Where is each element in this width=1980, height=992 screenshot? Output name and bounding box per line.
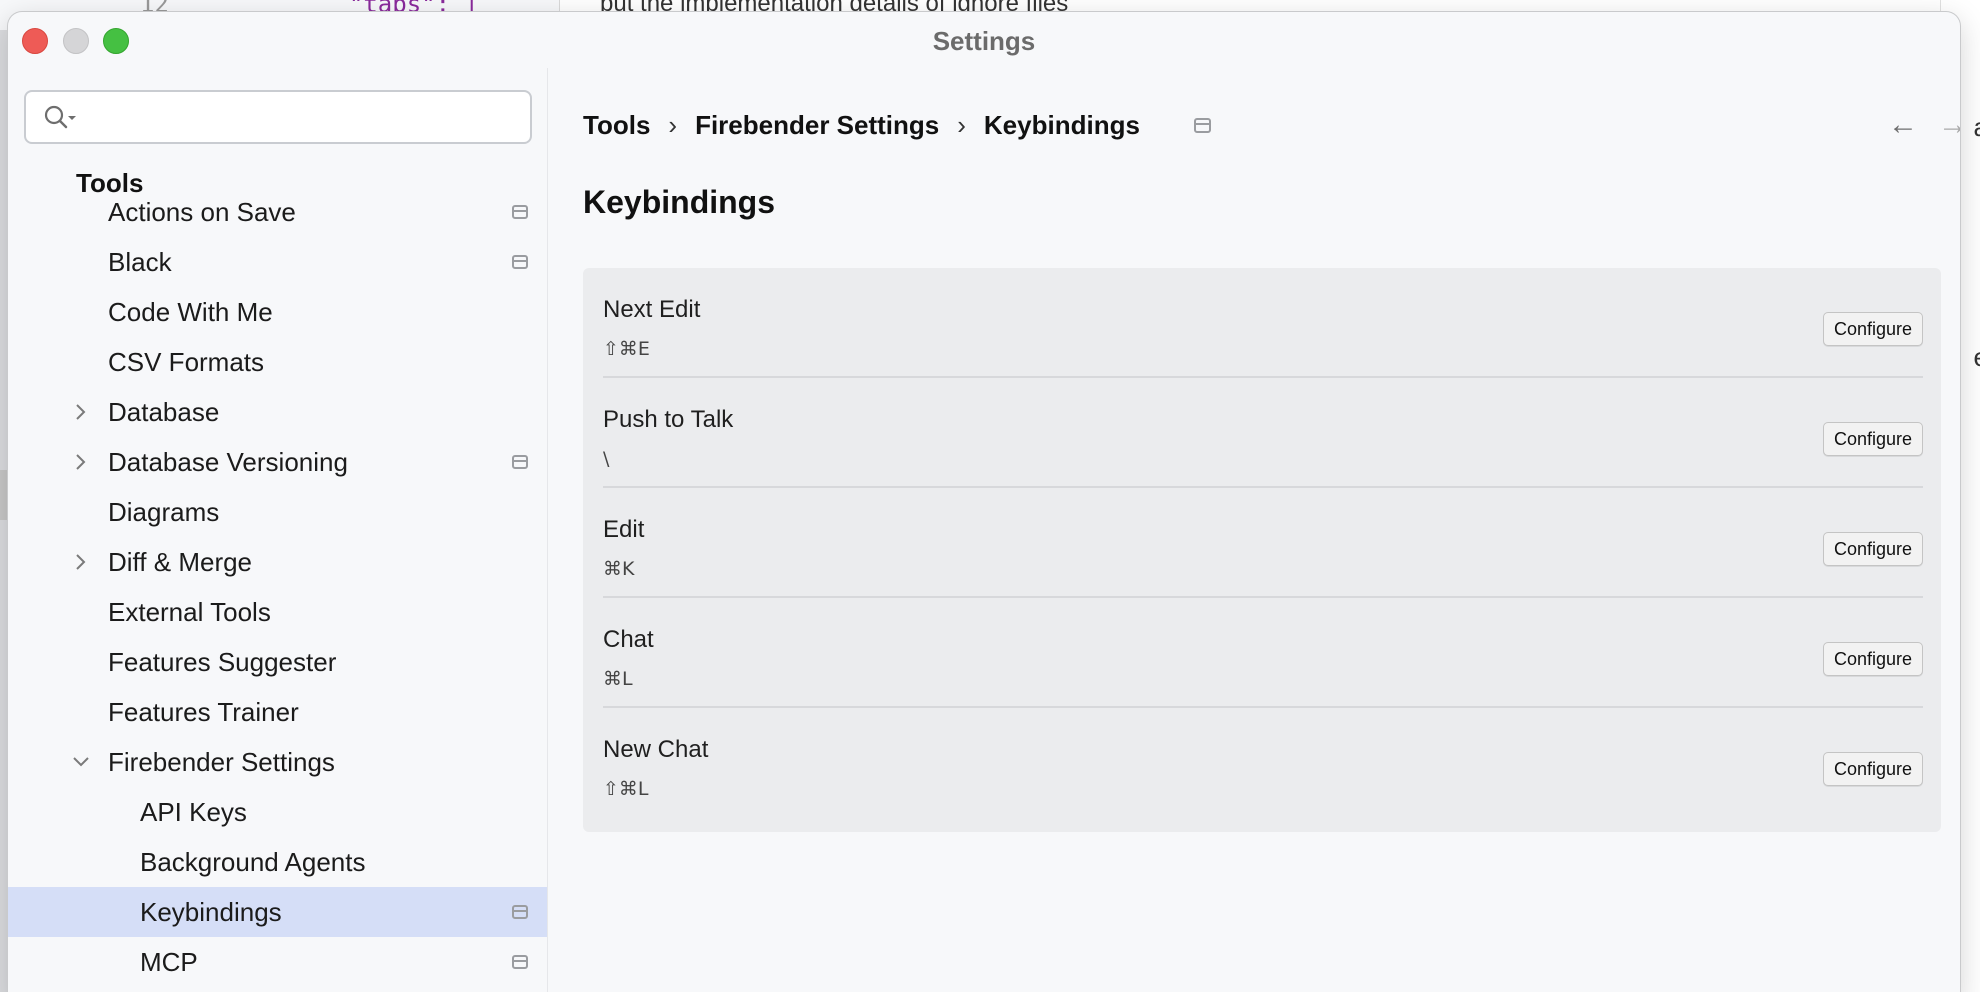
keybinding-shortcut: ⇧⌘L	[603, 778, 649, 800]
search-icon	[44, 105, 76, 129]
sidebar-item-background-agents[interactable]: Background Agents	[8, 837, 547, 887]
keybinding-name: New Chat	[603, 736, 709, 763]
sidebar-item-label: Background Agents	[140, 847, 366, 877]
sidebar-item-label: Features Trainer	[108, 697, 299, 727]
sidebar-item-label: MCP	[140, 947, 198, 977]
keybinding-name: Push to Talk	[603, 406, 734, 433]
configure-button[interactable]: Configure	[1823, 752, 1923, 786]
keybindings-panel: Next Edit ⇧⌘E Configure Push to Talk \ Config…	[583, 268, 1941, 832]
keybinding-row: Push to Talk \ Configure	[603, 378, 1923, 488]
keybinding-shortcut: ⌘L	[603, 668, 633, 690]
sidebar-item-label: Black	[108, 247, 172, 277]
sidebar-item-database[interactable]: Database	[8, 387, 547, 437]
project-settings-icon	[512, 255, 528, 269]
title-bar: Settings	[8, 12, 1960, 68]
sidebar-item-label: Code With Me	[108, 297, 273, 327]
sidebar-item-code-with-me[interactable]: Code With Me	[8, 287, 547, 337]
sidebar-item-features-trainer[interactable]: Features Trainer	[8, 687, 547, 737]
sidebar-item-label: Database Versioning	[108, 447, 348, 477]
sidebar-item-label: Keybindings	[140, 897, 282, 927]
keybinding-row: Edit ⌘K Configure	[603, 488, 1923, 598]
keybinding-row: Next Edit ⇧⌘E Configure	[603, 268, 1923, 378]
keybinding-shortcut: ⌘K	[603, 558, 635, 580]
breadcrumb: Tools › Firebender Settings › Keybindings	[583, 110, 1140, 141]
keybinding-name: Edit	[603, 516, 645, 543]
breadcrumb-item[interactable]: Firebender Settings	[695, 110, 939, 140]
keybinding-shortcut: ⇧⌘E	[603, 338, 650, 360]
sidebar-item-label: Features Suggester	[108, 647, 337, 677]
sidebar-item-mcp[interactable]: MCP	[8, 937, 547, 987]
tree-section-header: Tools	[76, 168, 164, 199]
project-settings-icon	[512, 205, 528, 219]
settings-sidebar: Tools Actions on Save Black Code With Me CS…	[8, 68, 548, 992]
project-settings-icon	[512, 455, 528, 469]
breadcrumb-separator: ›	[957, 110, 966, 140]
sidebar-item-features-suggester[interactable]: Features Suggester	[8, 637, 547, 687]
background-char: a	[1974, 112, 1980, 143]
sidebar-item-csv-formats[interactable]: CSV Formats	[8, 337, 547, 387]
keybinding-name: Chat	[603, 626, 654, 653]
configure-button[interactable]: Configure	[1823, 422, 1923, 456]
chevron-right-icon[interactable]	[70, 387, 90, 437]
sidebar-item-label: Diagrams	[108, 497, 220, 527]
page-title: Keybindings	[583, 184, 776, 220]
chevron-right-icon[interactable]	[70, 537, 90, 587]
search-input[interactable]	[24, 90, 532, 144]
settings-content: Tools › Firebender Settings › Keybindings ← …	[548, 68, 1960, 992]
sidebar-item-label: API Keys	[140, 797, 247, 827]
sidebar-item-label: Database	[108, 397, 220, 427]
window-title: Settings	[932, 26, 1036, 56]
chevron-right-icon[interactable]	[70, 437, 90, 487]
sidebar-item-database-versioning[interactable]: Database Versioning	[8, 437, 547, 487]
keybinding-name: Next Edit	[603, 296, 701, 323]
sidebar-item-external-tools[interactable]: External Tools	[8, 587, 547, 637]
project-settings-icon	[512, 905, 528, 919]
project-settings-icon	[1194, 118, 1211, 133]
chevron-down-icon[interactable]	[70, 737, 90, 787]
breadcrumb-separator: ›	[668, 110, 678, 140]
sidebar-item-label: External Tools	[108, 597, 271, 627]
sidebar-item-firebender-settings[interactable]: Firebender Settings	[8, 737, 547, 787]
forward-arrow-icon[interactable]: →	[1938, 108, 1960, 142]
configure-button[interactable]: Configure	[1823, 642, 1923, 676]
keybinding-shortcut: \	[603, 448, 610, 470]
back-arrow-icon[interactable]: ←	[1888, 108, 1928, 142]
background-char: e	[1974, 342, 1980, 373]
keybinding-row: New Chat ⇧⌘L Configure	[603, 708, 1923, 818]
breadcrumb-item: Keybindings	[983, 110, 1140, 140]
sidebar-item-label: CSV Formats	[108, 347, 265, 377]
keybinding-row: Chat ⌘L Configure	[603, 598, 1923, 708]
configure-button[interactable]: Configure	[1823, 312, 1923, 346]
sidebar-item-diff-merge[interactable]: Diff & Merge	[8, 537, 547, 587]
sidebar-item-label: Diff & Merge	[108, 547, 253, 577]
configure-button[interactable]: Configure	[1823, 532, 1923, 566]
sidebar-item-black[interactable]: Black	[8, 237, 547, 287]
breadcrumb-item[interactable]: Tools	[583, 110, 650, 140]
sidebar-item-api-keys[interactable]: API Keys	[8, 787, 547, 837]
sidebar-item-label: Firebender Settings	[108, 747, 335, 777]
sidebar-item-keybindings[interactable]: Keybindings	[8, 887, 547, 937]
sidebar-item-diagrams[interactable]: Diagrams	[8, 487, 547, 537]
project-settings-icon	[512, 955, 528, 969]
settings-window: Settings Tools Actions on Save Black Code …	[8, 12, 1960, 992]
background-scroll-strip	[0, 470, 8, 520]
